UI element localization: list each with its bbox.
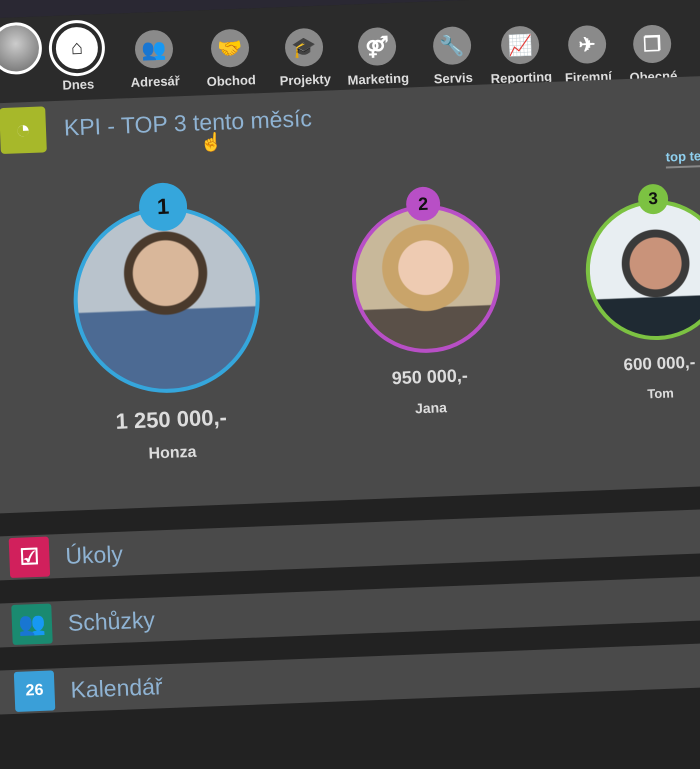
person-photo-ring: 2 bbox=[349, 186, 503, 356]
person-photo-ring: 1 bbox=[70, 181, 264, 397]
person-photo bbox=[74, 207, 259, 393]
graduation-cap-icon: 🎓 bbox=[284, 27, 324, 68]
kpi-person-3[interactable]: 3 600 000,- Tom bbox=[578, 183, 700, 404]
kpi-person-2[interactable]: 2 950 000,- Jana bbox=[343, 186, 511, 419]
airplane-icon: ✈ bbox=[567, 24, 607, 65]
section-label: Schůzky bbox=[67, 606, 156, 636]
documents-icon: ❐ bbox=[632, 24, 672, 64]
person-name: Jana bbox=[414, 399, 448, 417]
person-name: Honza bbox=[148, 443, 197, 463]
hand-cursor-icon: ☝ bbox=[200, 132, 223, 152]
home-icon: ⌂ bbox=[50, 22, 103, 75]
handshake-icon: 🤝 bbox=[210, 28, 250, 68]
person-photo-ring: 3 bbox=[583, 183, 700, 343]
kpi-person-1[interactable]: 1 1 250 000,- Honza bbox=[63, 181, 273, 466]
person-amount: 600 000,- bbox=[623, 352, 696, 375]
person-amount: 1 250 000,- bbox=[115, 404, 228, 434]
kpi-panel: ◔ KPI - TOP 3 tento měsíc top tento m 1 … bbox=[0, 72, 700, 514]
contacts-icon: 👥 bbox=[134, 29, 174, 69]
section-schuzky[interactable]: 👥 Schůzky bbox=[0, 572, 700, 648]
dashboard: ⌂ Dnes 👥 Adresář 🤝 Obchod 🎓 Projekty ⚤ M… bbox=[0, 0, 700, 768]
kpi-panel-title: KPI - TOP 3 tento měsíc bbox=[63, 105, 313, 141]
kpi-panel-header[interactable]: ◔ KPI - TOP 3 tento měsíc bbox=[0, 91, 313, 158]
gender-symbols-icon: ⚤ bbox=[357, 26, 397, 67]
person-photo bbox=[587, 201, 700, 339]
area-chart-icon: 📈 bbox=[500, 25, 540, 65]
wrench-icon: 🔧 bbox=[432, 25, 472, 66]
person-photo bbox=[353, 206, 499, 352]
section-label: Kalendář bbox=[70, 672, 164, 703]
section-ukoly[interactable]: ☑ Úkoly bbox=[0, 505, 700, 581]
section-kalendar[interactable]: 26 Kalendář bbox=[0, 639, 700, 715]
top-this-month-link[interactable]: top tento m bbox=[665, 146, 700, 169]
person-name: Tom bbox=[647, 385, 675, 402]
checkbox-icon: ☑ bbox=[8, 536, 51, 579]
gauge-icon: ◔ bbox=[0, 105, 47, 154]
person-amount: 950 000,- bbox=[391, 365, 469, 389]
section-label: Úkoly bbox=[64, 540, 124, 569]
people-icon: 👥 bbox=[11, 603, 53, 645]
calendar-icon: 26 bbox=[13, 670, 56, 712]
